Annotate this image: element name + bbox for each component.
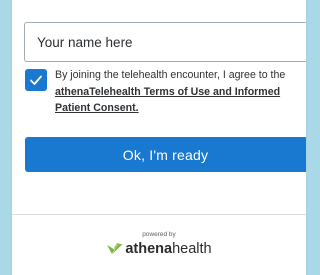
brand-prefix: athena (125, 241, 173, 257)
consent-prefix: By joining the telehealth encounter, I a… (55, 69, 286, 81)
powered-by-label: powered by (142, 231, 176, 238)
consent-text: By joining the telehealth encounter, I a… (55, 67, 303, 117)
ready-button[interactable]: Ok, I'm ready (25, 137, 306, 172)
name-input[interactable] (24, 22, 306, 62)
brand-suffix: health (172, 241, 212, 257)
join-card: By joining the telehealth encounter, I a… (12, 0, 306, 275)
terms-link[interactable]: athenaTelehealth Terms of Use and Inform… (55, 86, 280, 115)
checkmark-icon (30, 75, 42, 85)
brand-logo: athena health (12, 241, 306, 257)
divider (12, 214, 306, 215)
consent-checkbox[interactable] (25, 69, 47, 91)
athena-leaf-logo-icon (106, 242, 124, 256)
